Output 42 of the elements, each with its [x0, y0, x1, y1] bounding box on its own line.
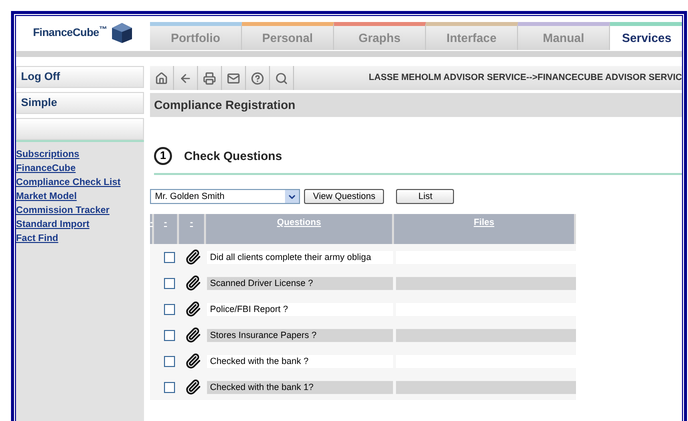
action-button[interactable]: List	[396, 189, 454, 204]
row-checkbox[interactable]	[164, 330, 175, 340]
mail-icon[interactable]	[227, 72, 240, 84]
step-number-badge: 1	[154, 147, 172, 165]
question-cell: Checked with the bank 1?	[207, 380, 393, 394]
back-arrow-icon[interactable]	[179, 72, 192, 84]
sidebar-button[interactable]: Log Off	[16, 66, 144, 88]
question-cell: Did all clients complete their army obliga	[207, 250, 393, 264]
paperclip-icon[interactable]	[184, 275, 200, 291]
client-select[interactable]: Mr. Golden Smith	[150, 189, 300, 204]
row-checkbox[interactable]	[164, 252, 175, 262]
action-button[interactable]: View Questions	[304, 189, 384, 204]
question-cell: Police/FBI Report ?	[207, 302, 393, 316]
sidebar-link[interactable]: Compliance Check List	[16, 176, 121, 190]
paperclip-icon[interactable]	[184, 327, 200, 343]
paperclip-icon[interactable]	[184, 249, 200, 265]
cube-logo-icon	[111, 22, 134, 44]
help-icon[interactable]	[251, 72, 264, 84]
row-checkbox[interactable]	[164, 278, 175, 288]
row-checkbox[interactable]	[164, 382, 175, 392]
section-title: Check Questions	[184, 148, 282, 165]
row-checkbox[interactable]	[164, 304, 175, 314]
paperclip-icon[interactable]	[184, 353, 200, 369]
sidebar-link[interactable]: Fact Find	[16, 232, 58, 246]
question-cell: Checked with the bank ?	[207, 354, 393, 368]
page-title: Compliance Registration	[154, 97, 296, 114]
search-icon[interactable]	[275, 72, 288, 84]
sidebar-link[interactable]: FinanceCube	[16, 162, 76, 176]
printer-icon[interactable]	[203, 72, 216, 84]
paperclip-icon[interactable]	[184, 301, 200, 317]
sidebar-link[interactable]: Subscriptions	[16, 148, 80, 162]
sidebar-link[interactable]: Market Model	[16, 190, 77, 204]
sidebar-link[interactable]: Standard Import	[16, 218, 90, 232]
logo-text: FinanceCube$^{™}$	[32, 24, 108, 41]
question-cell: Stores Insurance Papers ?	[207, 328, 393, 342]
home-icon[interactable]	[155, 72, 168, 84]
sidebar-link[interactable]: Commission Tracker	[16, 204, 110, 218]
paperclip-icon[interactable]	[184, 379, 200, 395]
breadcrumb-path: LASSE MEHOLM ADVISOR SERVICE-->FINANCECUBE ADVISOR SERVIC	[368, 71, 682, 84]
question-cell: Scanned Driver License ?	[207, 276, 393, 290]
row-checkbox[interactable]	[164, 356, 175, 366]
sidebar-button[interactable]: Simple	[16, 92, 144, 114]
